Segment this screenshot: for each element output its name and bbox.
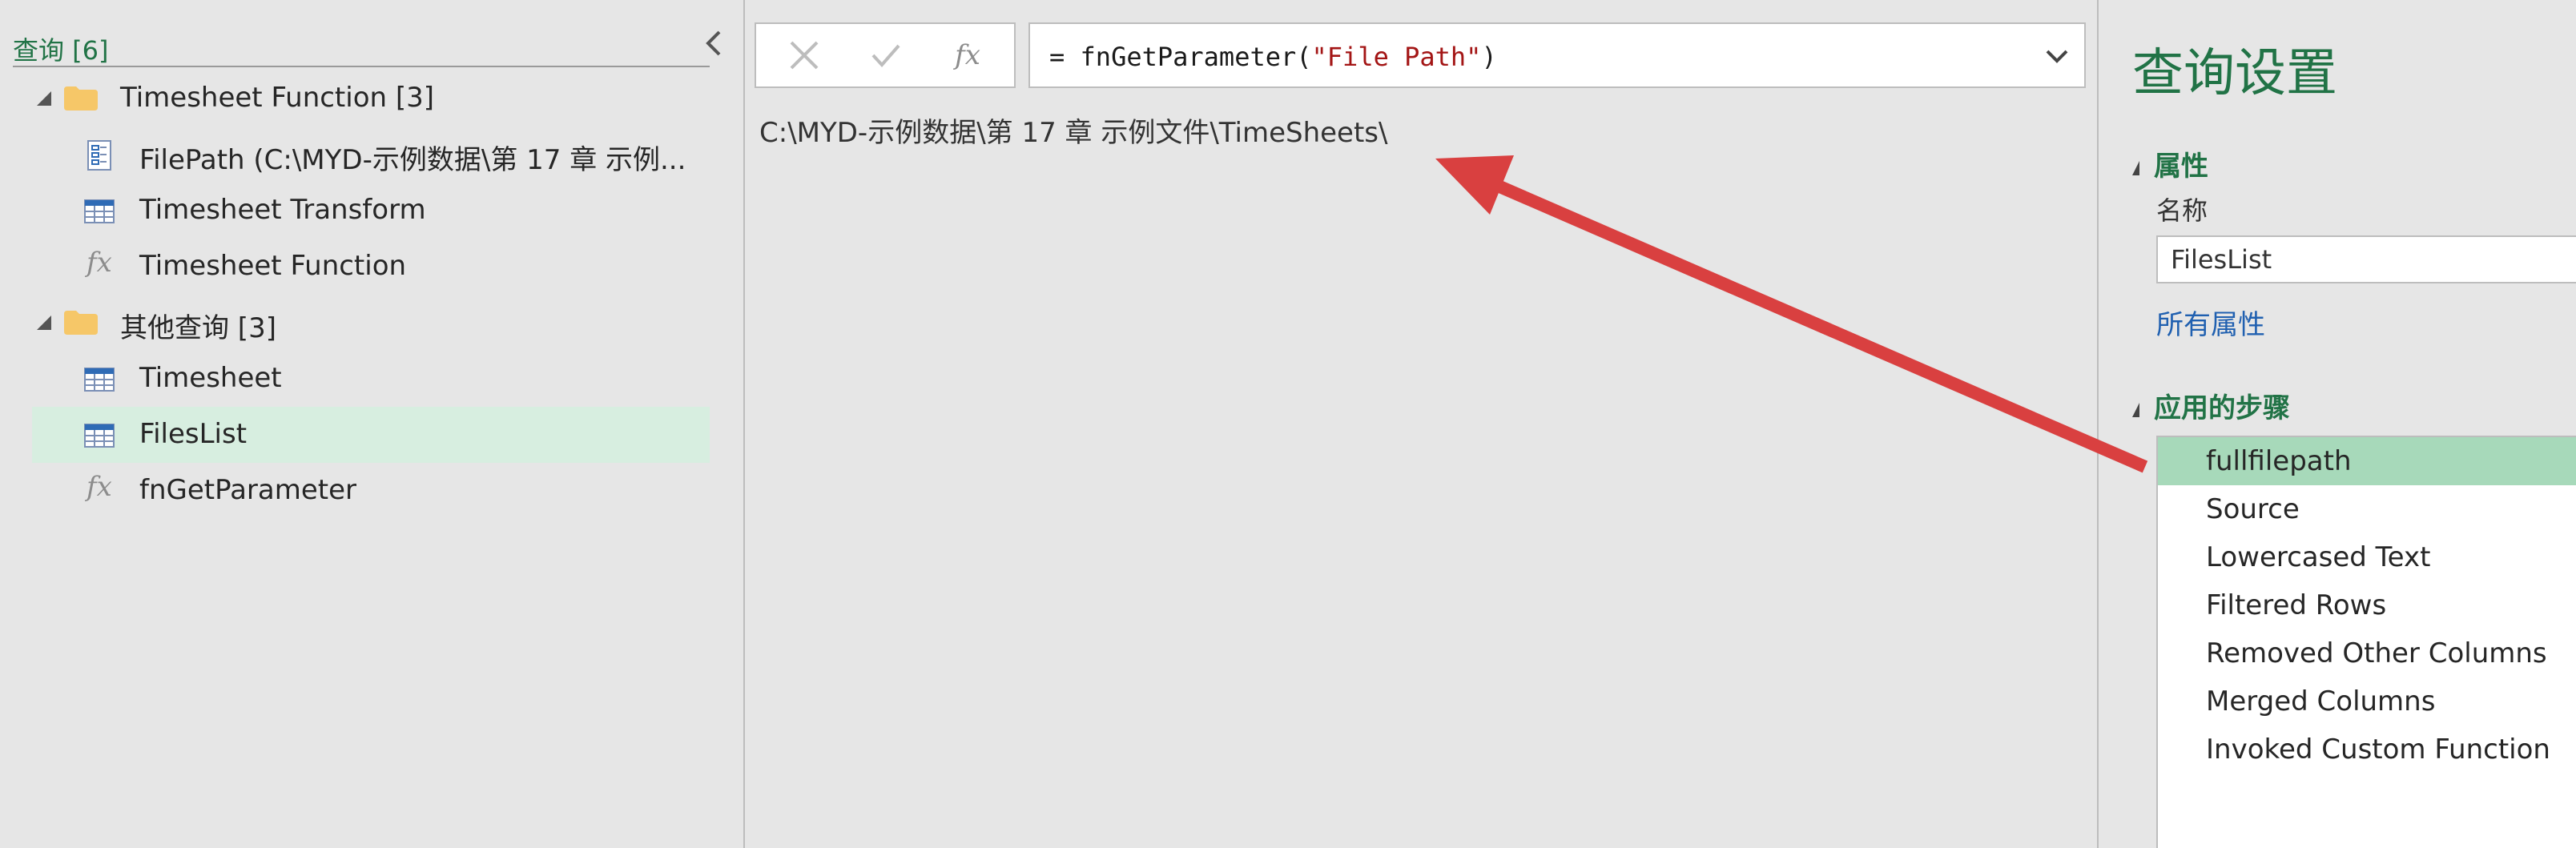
query-name-input[interactable] [2156, 235, 2576, 283]
table-icon [84, 199, 115, 223]
checkmark-icon [871, 44, 900, 67]
queries-pane: 查询 [6] Timesheet Function [3] FilePath (… [0, 0, 743, 848]
name-label: 名称 [2156, 195, 2208, 226]
step-item[interactable]: fullfilepath [2158, 437, 2576, 485]
all-properties-link[interactable]: 所有属性 [2156, 303, 2265, 342]
cancel-formula-button[interactable] [764, 24, 844, 86]
step-item[interactable]: Filtered Rows [2158, 581, 2576, 629]
function-icon: fx [87, 471, 112, 503]
queries-pane-title: 查询 [6] [13, 35, 109, 66]
collapse-pane-button[interactable] [698, 27, 731, 59]
folder-icon [64, 86, 98, 111]
query-item-fngetparameter[interactable]: fx fnGetParameter [0, 463, 710, 519]
query-item-timesheet-function[interactable]: fx Timesheet Function [0, 239, 710, 295]
query-group-other-queries[interactable]: 其他查询 [3] [0, 295, 710, 351]
query-group-timesheet-function[interactable]: Timesheet Function [3] [0, 70, 710, 127]
query-item-label: FilesList [139, 418, 248, 450]
table-icon [84, 368, 115, 392]
parameter-icon [87, 140, 111, 171]
formula-input[interactable]: = fnGetParameter("File Path") [1028, 22, 2086, 88]
collapse-triangle-icon [2132, 160, 2139, 175]
preview-value: C:\MYD-示例数据\第 17 章 示例文件\TimeSheets\ [759, 117, 1388, 149]
step-item[interactable]: Invoked Custom Function [2158, 725, 2576, 774]
function-icon: fx [955, 39, 980, 71]
chevron-down-icon[interactable] [2043, 42, 2071, 70]
applied-steps-list: fullfilepath Source Lowercased Text Filt… [2156, 436, 2576, 848]
function-icon: fx [87, 247, 112, 279]
expand-triangle-icon[interactable] [35, 90, 53, 107]
query-group-label: Timesheet Function [3] [120, 82, 435, 114]
chevron-left-icon [706, 30, 721, 56]
query-item-timesheet-transform[interactable]: Timesheet Transform [0, 183, 710, 239]
formula-string-arg: "File Path" [1311, 42, 1482, 72]
query-item-fileslist[interactable]: FilesList [32, 407, 710, 463]
close-icon [790, 41, 819, 70]
formula-prefix: = fnGetParameter( [1049, 42, 1312, 72]
query-group-label: 其他查询 [3] [120, 312, 276, 344]
query-item-label: fnGetParameter [139, 474, 357, 506]
table-icon [84, 424, 115, 448]
query-item-label: Timesheet Function [139, 250, 407, 282]
center-pane: fx = fnGetParameter("File Path") C:\MYD-… [745, 0, 2097, 848]
query-item-timesheet[interactable]: Timesheet [0, 351, 710, 407]
step-item[interactable]: Lowercased Text [2158, 533, 2576, 581]
step-item[interactable]: Merged Columns [2158, 677, 2576, 725]
formula-text: = fnGetParameter("File Path") [1049, 42, 1497, 72]
formula-suffix: ) [1481, 42, 1497, 72]
settings-title: 查询设置 [2132, 44, 2337, 103]
expand-triangle-icon[interactable] [35, 314, 53, 332]
queries-pane-divider [13, 66, 710, 67]
commit-formula-button[interactable] [846, 24, 926, 86]
folder-icon [64, 311, 98, 335]
step-item[interactable]: Source [2158, 485, 2576, 533]
query-item-label: FilePath (C:\MYD-示例数据\第 17 章 示例... [139, 144, 686, 176]
query-settings-pane: 查询设置 属性 名称 所有属性 应用的步骤 fullfilepath Sourc… [2099, 0, 2576, 848]
step-item[interactable]: Removed Other Columns [2158, 629, 2576, 677]
query-item-label: Timesheet Transform [139, 194, 426, 226]
applied-steps-header-label: 应用的步骤 [2154, 392, 2290, 424]
formula-bar-buttons: fx [755, 22, 1016, 88]
properties-section-header[interactable]: 属性 [2132, 144, 2208, 183]
properties-header-label: 属性 [2154, 151, 2208, 183]
insert-function-button[interactable]: fx [928, 24, 1008, 86]
applied-steps-section-header[interactable]: 应用的步骤 [2132, 386, 2290, 425]
query-item-label: Timesheet [139, 362, 282, 394]
query-item-filepath[interactable]: FilePath (C:\MYD-示例数据\第 17 章 示例... [0, 127, 710, 183]
collapse-triangle-icon [2132, 402, 2139, 417]
